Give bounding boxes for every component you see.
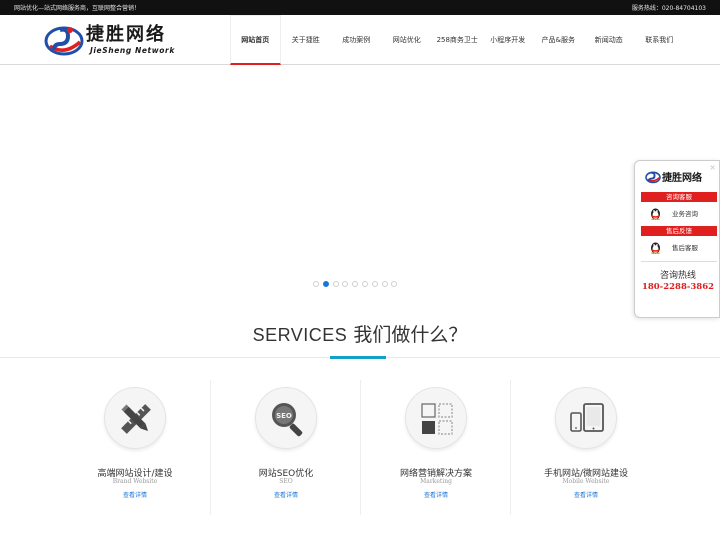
services-title-en: SERVICES	[252, 325, 348, 345]
qq-penguin-icon	[651, 208, 660, 220]
logo-chinese-name: 捷胜网络	[86, 24, 166, 45]
slider-dot[interactable]	[381, 281, 388, 287]
service-english-name: Mobile Website	[562, 478, 610, 485]
service-english-name: SEO	[279, 478, 293, 485]
slider-dot[interactable]	[352, 281, 359, 287]
service-english-name: Brand Website	[112, 478, 158, 485]
seo-magnifier-icon: SEO	[272, 403, 303, 437]
service-card-seo[interactable]: SEO 网站SEO优化 SEO 查看详情	[210, 380, 360, 515]
logo-mark-icon	[44, 26, 84, 56]
service-icon-circle	[405, 387, 467, 449]
services-list: 高端网站设计/建设 Brand Website 查看详情 SEO 网站SEO优化…	[60, 380, 660, 515]
service-card-marketing[interactable]: 网络营销解决方案 Marketing 查看详情	[360, 380, 510, 515]
slider-dot[interactable]	[361, 281, 368, 287]
consult-hotline-label: 咨询热线	[659, 271, 696, 281]
service-card-mobile[interactable]: 手机网站/微网站建设 Mobile Website 查看详情	[510, 380, 660, 515]
consult-hotline-number: 180-2288-3862	[641, 282, 715, 292]
pencil-ruler-icon	[121, 404, 151, 434]
service-more-link[interactable]: 查看详情	[60, 490, 210, 499]
nav-item-about[interactable]: 关于捷胜	[281, 15, 332, 65]
close-icon[interactable]: ×	[709, 163, 716, 172]
slider-pagination	[313, 281, 398, 287]
nav-item-seo[interactable]: 网站优化	[382, 15, 433, 65]
slider-dot[interactable]	[332, 281, 339, 287]
service-english-name: Marketing	[420, 478, 452, 485]
after-sales-header: 售后反馈	[641, 226, 717, 236]
slider-dot[interactable]	[313, 281, 319, 287]
mobile-tablet-icon	[570, 403, 604, 432]
grid-squares-icon	[421, 403, 453, 435]
nav-item-258-guard[interactable]: 258商务卫士	[432, 15, 483, 65]
side-divider	[641, 261, 717, 262]
side-logo-name: 捷胜网络	[662, 173, 702, 184]
services-accent-bar	[330, 356, 386, 359]
nav-item-products[interactable]: 产品&服务	[533, 15, 584, 65]
service-icon-circle: SEO	[255, 387, 317, 449]
business-consult-label: 业务咨询	[672, 210, 698, 218]
site-header: 捷胜网络 JieSheng Network 网站首页 关于捷胜 成功案例 网站优…	[0, 15, 720, 65]
nav-item-home[interactable]: 网站首页	[230, 15, 281, 65]
top-bar-slogan: 网站优化—站式网络服务商，互联网整合营销！	[14, 5, 141, 12]
slider-dot[interactable]	[342, 281, 349, 287]
service-more-link[interactable]: 查看详情	[511, 490, 661, 499]
main-nav: 网站首页 关于捷胜 成功案例 网站优化 258商务卫士 小程序开发 产品&服务 …	[230, 15, 685, 65]
consult-header: 咨询客服	[641, 192, 717, 202]
slider-dot[interactable]	[371, 281, 378, 287]
slider-dot[interactable]	[322, 281, 329, 287]
service-more-link[interactable]: 查看详情	[361, 490, 511, 499]
top-bar-hotline: 服务热线：020-84704103	[631, 5, 706, 12]
nav-item-news[interactable]: 新闻动态	[584, 15, 635, 65]
nav-item-cases[interactable]: 成功案例	[331, 15, 382, 65]
nav-item-mini-program[interactable]: 小程序开发	[483, 15, 534, 65]
floating-contact-panel: × 捷胜网络 咨询客服 业务咨询 售后反馈 售后客服 咨询热线 180-2288…	[634, 160, 720, 318]
logo-mark-icon	[645, 171, 661, 184]
banner-slider[interactable]	[0, 66, 720, 296]
business-consult-link[interactable]: 业务咨询	[649, 206, 698, 220]
after-sales-label: 售后客服	[672, 244, 698, 252]
services-title-cn: 我们做什么？	[353, 324, 468, 346]
top-bar: 网站优化—站式网络服务商，互联网整合营销！ 服务热线：020-84704103	[0, 0, 720, 15]
qq-penguin-icon	[651, 242, 660, 254]
nav-item-contact[interactable]: 联系我们	[634, 15, 685, 65]
after-sales-link[interactable]: 售后客服	[649, 240, 698, 254]
svg-text:SEO: SEO	[276, 412, 292, 420]
logo-english-name: JieSheng Network	[90, 46, 175, 55]
service-icon-circle	[555, 387, 617, 449]
services-title: SERVICES 我们做什么？	[0, 320, 720, 347]
service-icon-circle	[104, 387, 166, 449]
service-card-website[interactable]: 高端网站设计/建设 Brand Website 查看详情	[60, 380, 210, 515]
site-logo[interactable]: 捷胜网络 JieSheng Network	[44, 20, 174, 60]
service-more-link[interactable]: 查看详情	[211, 490, 361, 499]
slider-dot[interactable]	[391, 281, 398, 287]
